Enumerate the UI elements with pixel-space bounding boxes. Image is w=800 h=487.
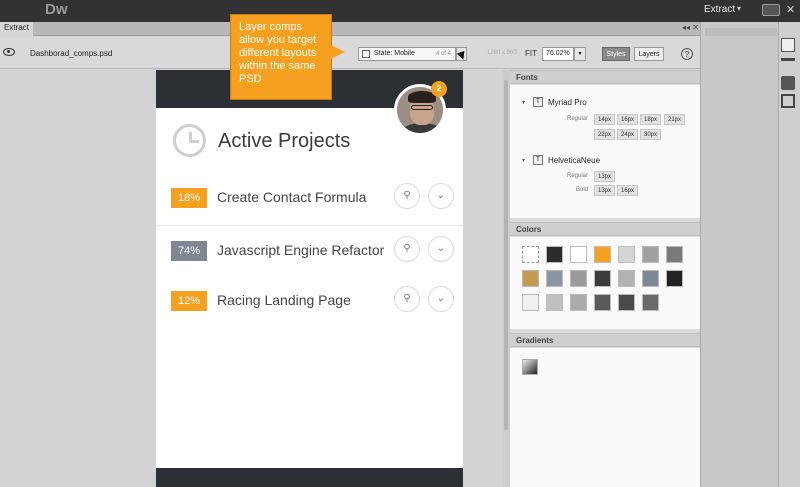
layer-comp-state-select[interactable]: State: Mobile 4 of 4 xyxy=(358,47,456,61)
styles-button[interactable]: Styles xyxy=(602,47,630,61)
color-swatch[interactable] xyxy=(594,246,611,263)
insert-icon[interactable] xyxy=(781,94,795,108)
expand-triangle-icon[interactable]: ▾ xyxy=(522,157,525,164)
scrollbar-thumb[interactable] xyxy=(504,80,508,430)
search-icon[interactable]: ⚲ xyxy=(394,286,420,312)
weight-label: Regular xyxy=(566,116,588,122)
help-icon[interactable]: ? xyxy=(681,48,693,60)
chevron-down-icon[interactable]: ▾ xyxy=(574,47,586,61)
weight-label: Regular xyxy=(566,173,588,179)
color-swatch[interactable] xyxy=(570,270,587,287)
font-name: HelveticaNeue xyxy=(548,156,601,165)
project-row[interactable]: 12% Racing Landing Page ⚲ ⌄ xyxy=(156,276,463,328)
font-icon: T xyxy=(533,155,543,165)
assets-icon[interactable] xyxy=(781,76,795,90)
search-icon[interactable]: ⚲ xyxy=(394,236,420,262)
fit-button[interactable]: FIT xyxy=(525,49,537,58)
notification-badge: 2 xyxy=(431,81,447,97)
app-menu-bar: Dw Extract ▾ ✕ xyxy=(0,0,800,22)
project-name: Racing Landing Page xyxy=(217,292,351,308)
tab-extract[interactable]: Extract xyxy=(0,22,33,36)
extract-toolbar: Dashborad_comps.psd State: Mobile 4 of 4… xyxy=(0,37,710,69)
close-icon[interactable]: ✕ xyxy=(786,3,795,16)
size-chip[interactable]: 22px xyxy=(594,129,616,140)
color-swatch[interactable] xyxy=(666,270,683,287)
zoom-input[interactable]: 76.02% xyxy=(542,47,574,61)
color-swatch[interactable] xyxy=(666,246,683,263)
size-chip[interactable]: 16px xyxy=(617,185,639,196)
project-name: Create Contact Formula xyxy=(217,189,367,205)
color-swatch[interactable] xyxy=(642,270,659,287)
color-swatch[interactable] xyxy=(546,294,563,311)
size-chip[interactable]: 21px xyxy=(664,114,686,125)
eye-icon[interactable] xyxy=(3,48,15,56)
font-name: Myriad Pro xyxy=(548,98,587,107)
clock-icon xyxy=(173,124,206,157)
gradients-section xyxy=(510,348,700,487)
color-swatch[interactable] xyxy=(594,270,611,287)
project-name: Javascript Engine Refactor xyxy=(217,242,385,258)
size-chip[interactable]: 13px xyxy=(594,171,616,182)
font-icon: T xyxy=(533,97,543,107)
color-swatch[interactable] xyxy=(642,294,659,311)
color-swatch[interactable] xyxy=(618,294,635,311)
css-designer-icon[interactable] xyxy=(781,38,795,52)
mobile-comp-preview[interactable]: 2 Active Projects 18% Create Contact For… xyxy=(156,70,463,487)
canvas-dimensions: 1280 x 960 xyxy=(487,50,517,56)
files-icon[interactable] xyxy=(781,58,795,72)
layers-button[interactable]: Layers xyxy=(634,47,664,61)
color-swatch[interactable] xyxy=(594,294,611,311)
chevron-down-icon[interactable]: ⌄ xyxy=(428,183,454,209)
layer-comp-icon xyxy=(362,50,370,58)
size-chip[interactable]: 30px xyxy=(640,129,662,140)
color-swatch[interactable] xyxy=(522,270,539,287)
state-label: State: Mobile xyxy=(374,50,415,57)
panel-tab-bar: Extract ◂◂ ✕ xyxy=(0,22,710,36)
progress-badge: 74% xyxy=(171,241,207,261)
progress-badge: 12% xyxy=(171,291,207,311)
color-swatch[interactable] xyxy=(570,246,587,263)
sync-settings-icon[interactable] xyxy=(762,4,780,16)
color-swatch[interactable] xyxy=(546,246,563,263)
size-chip[interactable]: 14px xyxy=(594,114,616,125)
fonts-section-header[interactable]: Fonts xyxy=(510,70,700,84)
color-swatch[interactable] xyxy=(522,294,539,311)
psd-filename: Dashborad_comps.psd xyxy=(30,49,113,58)
expand-triangle-icon[interactable]: ▾ xyxy=(522,99,525,106)
color-swatch[interactable] xyxy=(618,246,635,263)
mobile-footer-bar xyxy=(156,468,463,487)
chevron-down-icon[interactable]: ▾ xyxy=(737,4,741,13)
size-chip[interactable]: 13px xyxy=(594,185,616,196)
gradient-swatch[interactable] xyxy=(522,359,538,375)
avatar-glasses xyxy=(411,105,433,110)
dock-tab xyxy=(705,28,777,36)
progress-badge: 18% xyxy=(171,188,207,208)
panel-collapse-icon[interactable]: ◂◂ ✕ xyxy=(682,23,699,32)
project-row[interactable]: 74% Javascript Engine Refactor ⚲ ⌄ xyxy=(156,225,463,277)
colors-section-header[interactable]: Colors xyxy=(510,222,700,236)
search-icon[interactable]: ⚲ xyxy=(394,183,420,209)
gradients-section-header[interactable]: Gradients xyxy=(510,333,700,347)
color-swatch[interactable] xyxy=(546,270,563,287)
workspace-switcher[interactable]: Extract xyxy=(704,4,735,15)
color-swatch[interactable] xyxy=(570,294,587,311)
panel-dock xyxy=(700,22,778,487)
weight-label: Bold xyxy=(575,187,588,193)
state-count: 4 of 4 xyxy=(435,51,451,57)
icon-dock xyxy=(778,22,800,487)
eyedropper-icon[interactable] xyxy=(522,246,539,263)
size-chip[interactable]: 16px xyxy=(617,114,639,125)
project-row[interactable]: 18% Create Contact Formula ⚲ ⌄ xyxy=(156,173,463,225)
color-swatch[interactable] xyxy=(618,270,635,287)
page-title: Active Projects xyxy=(218,130,351,152)
color-swatch[interactable] xyxy=(642,246,659,263)
chevron-down-icon[interactable]: ⌄ xyxy=(428,286,454,312)
size-chip[interactable]: 24px xyxy=(617,129,639,140)
chevron-down-icon[interactable]: ⌄ xyxy=(428,236,454,262)
tooltip-callout: Layer comps allow you target different l… xyxy=(230,14,345,100)
size-chip[interactable]: 18px xyxy=(640,114,662,125)
app-logo: Dw xyxy=(45,1,68,18)
